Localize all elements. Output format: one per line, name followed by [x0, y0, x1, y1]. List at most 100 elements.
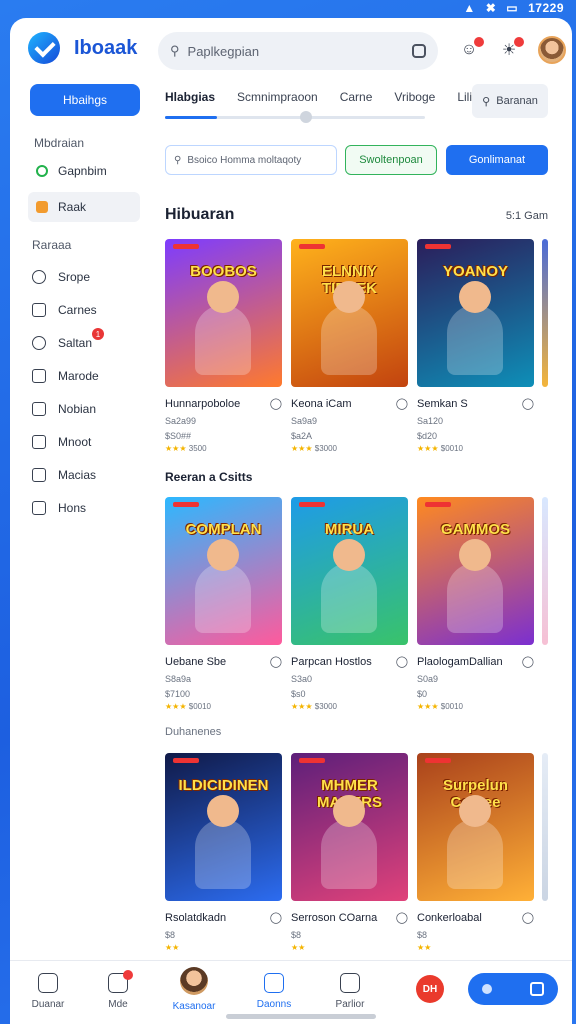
sidebar-cat-mnoot[interactable]: Mnoot	[32, 425, 140, 458]
sidebar-cat-srope[interactable]: Srope	[32, 260, 140, 293]
game-card[interactable]: GAMMOS PlaologamDallian ◯ S0a9 $0 ★★★ $0010	[417, 497, 534, 711]
star-icon: ★★	[417, 943, 432, 952]
search-input[interactable]: ⚲ Paplkegpian	[158, 32, 438, 70]
character-figure	[321, 819, 377, 889]
sidebar-cat-hons[interactable]: Hons	[32, 491, 140, 524]
bell-icon[interactable]: ☀	[498, 37, 524, 61]
comment-icon[interactable]: ◯	[522, 397, 534, 410]
game-card[interactable]: ILDICIDINEN Rsolatdkadn ◯ $8 ★★	[165, 753, 282, 952]
comment-icon[interactable]: ◯	[396, 911, 408, 924]
tab-search-button[interactable]: ⚲ Baranan	[472, 84, 548, 118]
game-rating: ★★	[291, 943, 408, 952]
toggle-dot	[482, 984, 492, 994]
game-card[interactable]: YOANOY Semkan S ◯ Sa120 $d20 ★★★ $0010	[417, 239, 534, 453]
notification-badge	[514, 37, 524, 47]
logo-check-icon	[28, 32, 60, 64]
game-rating: ★★★ $0010	[417, 444, 534, 453]
comment-icon[interactable]: ◯	[396, 655, 408, 668]
scan-icon[interactable]	[412, 44, 426, 58]
star-icon: ★★★	[417, 702, 439, 711]
game-thumbnail[interactable]: Surpelun Coinee	[417, 753, 534, 901]
sidebar-home-button[interactable]: Hbaihgs	[30, 84, 140, 116]
game-card[interactable]: ELNNIY TIBEEK Keona iCam ◯ Sa9a9 $a2A ★★★ $30…	[291, 239, 408, 453]
green-action-button[interactable]: Swoltenpoan	[345, 145, 437, 175]
comment-icon[interactable]: ◯	[270, 655, 282, 668]
section-title: Hibuaran	[165, 206, 235, 223]
comment-icon[interactable]: ◯	[270, 911, 282, 924]
game-row: ILDICIDINENRsolatdkadn◯$8★★MHMER MAKERSS…	[165, 753, 534, 952]
nav-kasanoar[interactable]: Kasanoar	[164, 967, 224, 1012]
game-thumbnail[interactable]: MHMER MAKERS	[291, 753, 408, 901]
game-card[interactable]: MIRUA Parpcan Hostlos ◯ S3a0 $s0 ★★★ $3000	[291, 497, 408, 711]
signal-icon: ✖	[485, 1, 497, 15]
sidebar-item-gapnbim[interactable]: Gapnbim	[28, 156, 140, 186]
sidebar-cat-marode[interactable]: Marode	[32, 359, 140, 392]
comment-icon[interactable]: ◯	[396, 397, 408, 410]
nav-duanar[interactable]: Duanar	[18, 973, 78, 1010]
game-sub: S8a9a	[165, 674, 192, 684]
character-figure	[321, 305, 377, 375]
game-name: PlaologamDallian	[417, 655, 503, 668]
character-head	[207, 795, 239, 827]
sidebar-cat-macias[interactable]: Macias	[32, 458, 140, 491]
blue-action-button[interactable]: Gonlimanat	[446, 145, 548, 175]
game-rating: ★★★ $0010	[165, 702, 282, 711]
sidebar-cat-nobian[interactable]: Nobian	[32, 392, 140, 425]
game-sub: $8	[291, 930, 302, 940]
game-thumbnail[interactable]: COMPLAN	[165, 497, 282, 645]
star-icon: ★★★	[417, 444, 439, 453]
game-thumbnail[interactable]: BOOBOS	[165, 239, 282, 387]
avatar[interactable]	[538, 36, 566, 64]
sidebar-cat-label: Srope	[58, 269, 91, 284]
comment-icon[interactable]: ◯	[270, 397, 282, 410]
filter-input-text: Bsoico Homma moltaqoty	[187, 154, 302, 166]
new-tag	[173, 758, 199, 763]
carousel-peek	[542, 239, 548, 387]
game-price: $0	[417, 689, 428, 699]
window-icon	[530, 982, 544, 996]
game-thumbnail[interactable]: GAMMOS	[417, 497, 534, 645]
nav-parlior[interactable]: Parlior	[320, 973, 380, 1010]
tab-scroll-handle[interactable]	[300, 111, 312, 123]
game-sub: S0a9	[417, 674, 439, 684]
toggle-pill[interactable]	[468, 973, 558, 1005]
nav-mde[interactable]: Mde	[88, 970, 148, 1010]
sidebar-item-label: Gapnbim	[58, 164, 107, 178]
tab-carne[interactable]: Carne	[340, 90, 373, 104]
app-window: Iboaak ⚲ Paplkegpian ☺ ☀ Hbaihgs Mbdraia…	[10, 18, 572, 1024]
sidebar-item-raak[interactable]: Raak	[28, 192, 140, 222]
app-logo[interactable]: Iboaak	[28, 32, 137, 64]
new-tag	[299, 244, 325, 249]
game-card[interactable]: COMPLAN Uebane Sbe ◯ S8a9a $7100 ★★★ $0010	[165, 497, 282, 711]
game-thumbnail[interactable]: ELNNIY TIBEEK	[291, 239, 408, 387]
game-card[interactable]: Surpelun Coinee Conkerloabal ◯ $8 ★★	[417, 753, 534, 952]
red-action-button[interactable]: DH	[416, 975, 444, 1003]
game-sub: Sa2a99	[165, 416, 197, 426]
tab-bar: Hlabgias Scmnimpraoon Carne Vriboge Lili…	[165, 90, 475, 104]
carousel-peek	[542, 497, 548, 645]
game-card[interactable]: BOOBOS Hunnarpoboloe ◯ Sa2a99 $S0## ★★★ 3500	[165, 239, 282, 453]
sidebar-cat-label: Nobian	[58, 401, 97, 416]
carousel-peek	[542, 753, 548, 901]
star-icon: ★★★	[291, 444, 313, 453]
new-tag	[173, 244, 199, 249]
sidebar-cat-saltan[interactable]: Saltan 1	[32, 326, 140, 359]
game-thumbnail[interactable]: YOANOY	[417, 239, 534, 387]
character-figure	[195, 563, 251, 633]
comment-icon[interactable]: ◯	[522, 911, 534, 924]
tab-vriboge[interactable]: Vriboge	[394, 90, 435, 104]
tab-scmnimpraoon[interactable]: Scmnimpraoon	[237, 90, 318, 104]
face-icon	[32, 401, 46, 416]
search-icon: ⚲	[482, 95, 491, 108]
game-thumbnail[interactable]: MIRUA	[291, 497, 408, 645]
thumbnail-title: GAMMOS	[440, 521, 511, 538]
comment-icon[interactable]: ◯	[522, 655, 534, 668]
filter-input[interactable]: ⚲ Bsoico Homma moltaqoty	[165, 145, 337, 175]
game-thumbnail[interactable]: ILDICIDINEN	[165, 753, 282, 901]
notification-badge	[123, 970, 133, 980]
game-card[interactable]: MHMER MAKERS Serroson COarna ◯ $8 ★★	[291, 753, 408, 952]
nav-daonns[interactable]: Daonns	[244, 973, 304, 1010]
sidebar-cat-carnes[interactable]: Carnes	[32, 293, 140, 326]
tab-hlabgias[interactable]: Hlabgias	[165, 90, 215, 104]
user-add-icon[interactable]: ☺	[458, 37, 484, 61]
